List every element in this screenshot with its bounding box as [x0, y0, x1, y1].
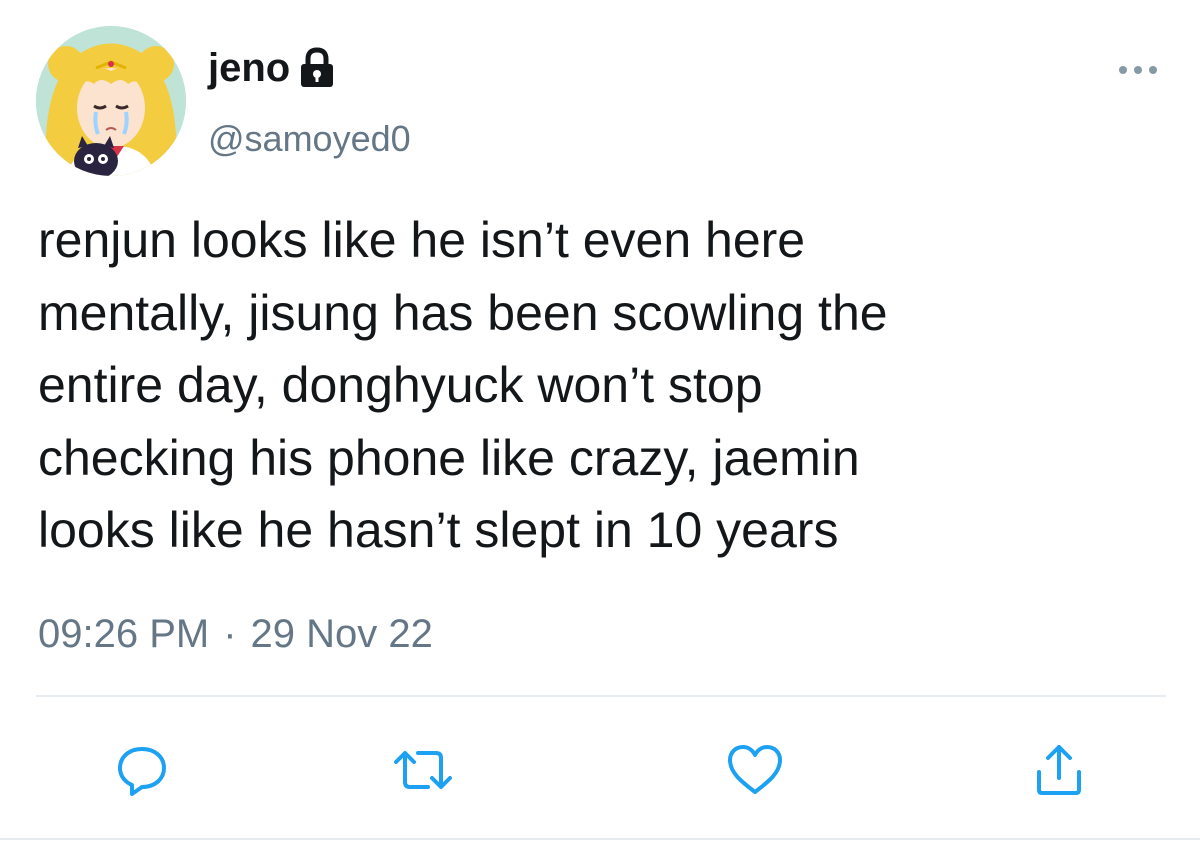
anime-avatar-image: [36, 26, 186, 176]
tweet-date: 29 Nov 22: [250, 612, 433, 656]
tweet-text: renjun looks like he isn’t even here men…: [38, 212, 888, 558]
share-icon: [1029, 740, 1089, 800]
lock-icon: [298, 47, 336, 89]
tweet-card: jeno @samoyed0 renjun looks like he isn’…: [0, 0, 1200, 855]
like-button[interactable]: [720, 735, 790, 805]
tweet-timestamp[interactable]: 09:26 PM · 29 Nov 22: [38, 612, 433, 657]
reply-button[interactable]: [107, 735, 177, 805]
author-name-row: jeno: [208, 40, 336, 96]
retweet-icon: [390, 740, 456, 800]
avatar[interactable]: [36, 26, 186, 176]
bottom-divider: [0, 838, 1200, 840]
share-button[interactable]: [1024, 735, 1094, 805]
more-icon[interactable]: [1116, 60, 1160, 80]
tweet-time: 09:26 PM: [38, 612, 210, 656]
timestamp-separator: ·: [223, 612, 237, 656]
display-name[interactable]: jeno: [208, 46, 290, 91]
divider: [36, 695, 1166, 697]
action-bar: [0, 735, 1200, 805]
user-handle[interactable]: @samoyed0: [208, 118, 411, 160]
retweet-button[interactable]: [388, 735, 458, 805]
reply-icon: [112, 740, 172, 800]
heart-icon: [724, 740, 786, 800]
